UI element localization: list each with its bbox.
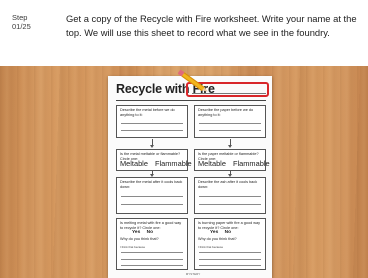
why-prompt: Why do you think that?	[120, 237, 159, 241]
down-arrow-icon	[228, 145, 232, 148]
melting-metal-box: Is melting metal with fire a good way to…	[116, 218, 188, 270]
step-instruction: Get a copy of the Recycle with Fire work…	[66, 13, 357, 38]
yes-option[interactable]: Yes	[132, 230, 140, 235]
i-think-prompt: I think that because	[120, 245, 146, 249]
ash-after-prompt: Describe the ash after it cools back dow…	[198, 180, 258, 189]
flammable-option[interactable]: Flammable	[155, 159, 192, 168]
yes-no-options[interactable]: Yes No	[132, 230, 153, 235]
write-line	[121, 196, 183, 197]
worksheet-footer: MYSTERY	[185, 272, 201, 276]
write-line	[199, 252, 261, 253]
meltable-option[interactable]: Meltable	[198, 159, 226, 168]
meltable-option[interactable]: Meltable	[120, 159, 148, 168]
down-arrow-icon	[150, 145, 154, 148]
worksheet: Recycle with Fire Describe the metal bef…	[108, 76, 272, 278]
write-line	[121, 252, 183, 253]
write-line	[199, 196, 261, 197]
write-line	[199, 130, 261, 131]
write-line	[121, 204, 183, 205]
write-line	[199, 123, 261, 124]
step-header: Step 01/25 Get a copy of the Recycle wit…	[0, 0, 368, 66]
describe-metal-box: Describe the metal before we do anything…	[116, 105, 188, 138]
burning-paper-prompt: Is burning paper with fire a good way to…	[198, 221, 261, 230]
yes-no-options[interactable]: Yes No	[210, 230, 231, 235]
describe-metal-prompt: Describe the metal before we do anything…	[120, 108, 175, 117]
i-think-prompt: I think that because	[198, 245, 224, 249]
step-number: 01/25	[12, 22, 31, 31]
write-line	[121, 130, 183, 131]
why-prompt: Why do you think that?	[198, 237, 237, 241]
describe-paper-prompt: Describe the paper before we do anything…	[198, 108, 254, 117]
metal-after-prompt: Describe the metal after it cools back d…	[120, 180, 183, 189]
no-option[interactable]: No	[147, 230, 153, 235]
burning-paper-box: Is burning paper with fire a good way to…	[194, 218, 266, 270]
metal-after-box: Describe the metal after it cools back d…	[116, 177, 188, 214]
write-line	[199, 259, 261, 260]
write-line	[121, 265, 183, 266]
melting-metal-prompt: Is melting metal with fire a good way to…	[120, 221, 182, 230]
write-line	[121, 259, 183, 260]
flammable-option[interactable]: Flammable	[233, 159, 270, 168]
write-line	[121, 123, 183, 124]
yes-option[interactable]: Yes	[210, 230, 218, 235]
no-option[interactable]: No	[225, 230, 231, 235]
describe-paper-box: Describe the paper before we do anything…	[194, 105, 266, 138]
ash-after-box: Describe the ash after it cools back dow…	[194, 177, 266, 214]
write-line	[199, 265, 261, 266]
paper-meltable-box: Is the paper meltable or flammable? Circ…	[194, 149, 270, 171]
metal-meltable-box: Is the metal meltable or flammable? Circ…	[116, 149, 192, 171]
write-line	[199, 204, 261, 205]
step-label: Step	[12, 13, 28, 22]
title-rule	[116, 100, 266, 101]
